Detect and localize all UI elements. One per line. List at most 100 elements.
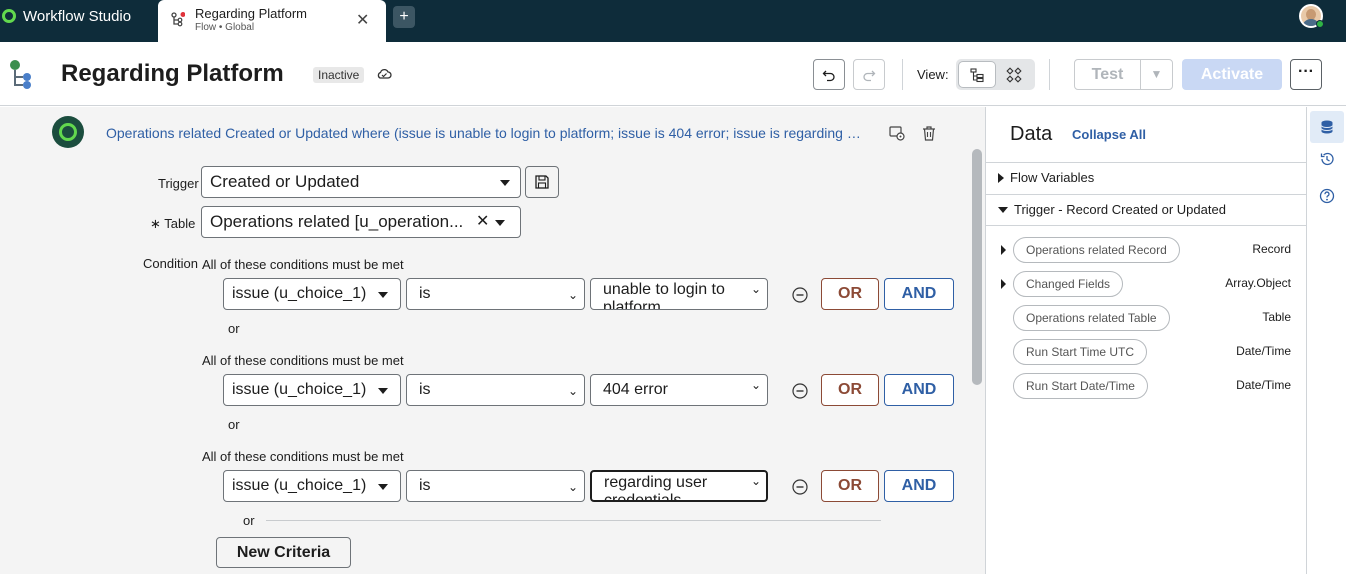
database-icon: [1321, 120, 1333, 134]
flow-header: Regarding Platform Inactive View: Test ▼…: [0, 42, 1346, 106]
data-panel: Data Collapse All Flow Variables Trigger…: [985, 107, 1307, 574]
redo-button[interactable]: [853, 59, 885, 90]
condition-field-select[interactable]: issue (u_choice_1): [223, 470, 401, 502]
data-pill[interactable]: Operations related Table: [1013, 305, 1170, 331]
app-top-bar: Workflow Studio Regarding Platform Flow …: [0, 0, 1346, 42]
and-button[interactable]: AND: [884, 374, 954, 406]
chevron-down-icon: ⌄: [751, 282, 762, 296]
test-options-button[interactable]: ▼: [1140, 59, 1173, 90]
test-button[interactable]: Test: [1074, 59, 1141, 90]
right-icon-rail: [1306, 107, 1346, 574]
diagram-view-icon: [1006, 66, 1022, 83]
new-criteria-button[interactable]: New Criteria: [216, 537, 351, 568]
condition-value-select[interactable]: regarding user credentials ⌄: [590, 470, 768, 502]
delete-trigger-icon[interactable]: [920, 124, 938, 142]
flow-variables-section[interactable]: Flow Variables: [998, 170, 1094, 185]
trigger-select[interactable]: Created or Updated: [201, 166, 521, 198]
condition-value-select[interactable]: 404 error ⌄: [590, 374, 768, 406]
more-actions-button[interactable]: ···: [1290, 59, 1322, 90]
remove-condition-icon[interactable]: [792, 479, 808, 495]
data-pill[interactable]: Run Start Date/Time: [1013, 373, 1148, 399]
clear-table-icon[interactable]: ✕: [476, 207, 489, 237]
chevron-down-icon: [495, 220, 505, 226]
remove-condition-icon[interactable]: [792, 383, 808, 399]
chevron-down-icon: [500, 180, 510, 186]
or-button[interactable]: OR: [821, 374, 879, 406]
save-trigger-button[interactable]: [525, 166, 559, 198]
expand-icon[interactable]: [1001, 279, 1006, 289]
tab-title: Regarding Platform: [195, 6, 307, 21]
criteria-divider: [266, 520, 881, 521]
help-button[interactable]: [1310, 180, 1344, 212]
status-badge: Inactive: [313, 67, 365, 83]
data-pill-type: Date/Time: [1236, 344, 1291, 358]
view-toggle: [956, 59, 1035, 90]
chevron-down-icon: ⌄: [568, 480, 579, 494]
condition-label: Condition: [143, 256, 198, 271]
new-tab-button[interactable]: +: [393, 6, 415, 28]
tree-view-button[interactable]: [959, 62, 995, 87]
table-label: ∗ Table: [150, 216, 196, 231]
redo-icon: [863, 70, 876, 81]
or-button[interactable]: OR: [821, 470, 879, 502]
trigger-summary[interactable]: Operations related Created or Updated wh…: [106, 125, 866, 141]
data-pill[interactable]: Changed Fields: [1013, 271, 1124, 297]
data-panel-button[interactable]: [1310, 111, 1344, 143]
tree-view-icon: [970, 67, 984, 82]
activate-button[interactable]: Activate: [1182, 59, 1282, 90]
data-pill[interactable]: Operations related Record: [1013, 237, 1180, 263]
trigger-data-section[interactable]: Trigger - Record Created or Updated: [998, 202, 1226, 217]
flow-logo-icon: [10, 60, 31, 89]
condition-operator-value: is: [419, 477, 431, 494]
data-pill-type: Array.Object: [1225, 276, 1291, 290]
help-icon: [1319, 188, 1335, 204]
condition-value: unable to login to platform: [603, 281, 725, 310]
condition-field-select[interactable]: issue (u_choice_1): [223, 278, 401, 310]
condition-group-heading: All of these conditions must be met: [202, 353, 404, 368]
condition-group-heading: All of these conditions must be met: [202, 257, 404, 272]
data-pill-type: Table: [1262, 310, 1291, 324]
tab-regarding-platform[interactable]: Regarding Platform Flow • Global ✕: [158, 0, 386, 42]
condition-operator-select[interactable]: is ⌄: [406, 278, 585, 310]
flow-variables-label: Flow Variables: [1010, 170, 1095, 185]
collapse-icon: [998, 207, 1008, 213]
data-pill-row: Operations related Table Table: [986, 305, 1307, 331]
table-select[interactable]: Operations related [u_operation... ✕: [201, 206, 521, 238]
chevron-down-icon: [378, 388, 388, 394]
diagram-view-button[interactable]: [996, 62, 1032, 87]
remove-condition-icon[interactable]: [792, 287, 808, 303]
or-separator: or: [228, 321, 240, 336]
collapse-all-link[interactable]: Collapse All: [1072, 127, 1146, 142]
or-button[interactable]: OR: [821, 278, 879, 310]
data-pill[interactable]: Run Start Time UTC: [1013, 339, 1148, 365]
expand-icon[interactable]: [1001, 245, 1006, 255]
trigger-settings-icon[interactable]: [888, 124, 906, 142]
condition-field-select[interactable]: issue (u_choice_1): [223, 374, 401, 406]
data-pill-row: Run Start Date/Time Date/Time: [986, 373, 1307, 399]
tab-subtitle: Flow • Global: [195, 22, 255, 33]
header-divider: [1049, 59, 1050, 90]
panel-divider: [986, 225, 1307, 226]
tab-close-icon[interactable]: ✕: [356, 10, 369, 30]
condition-operator-select[interactable]: is ⌄: [406, 470, 585, 502]
canvas-scrollbar-thumb[interactable]: [972, 149, 982, 385]
data-pill-type: Date/Time: [1236, 378, 1291, 392]
cloud-sync-icon[interactable]: [376, 66, 392, 82]
undo-button[interactable]: [813, 59, 845, 90]
condition-operator-select[interactable]: is ⌄: [406, 374, 585, 406]
data-pill-row: Operations related Record Record: [986, 237, 1307, 263]
and-button[interactable]: AND: [884, 278, 954, 310]
history-icon: [1320, 152, 1334, 166]
page-title: Regarding Platform: [61, 60, 284, 87]
workflow-studio-logo-icon: [2, 9, 16, 23]
condition-value: regarding user credentials: [604, 474, 708, 502]
condition-value-select[interactable]: unable to login to platform ⌄: [590, 278, 768, 310]
and-button[interactable]: AND: [884, 470, 954, 502]
presence-status-icon: [1316, 20, 1324, 28]
view-label: View:: [917, 67, 949, 82]
chevron-down-icon: [378, 484, 388, 490]
data-pill-row: Changed Fields Array.Object: [986, 271, 1307, 297]
chevron-down-icon: ⌄: [568, 288, 579, 302]
chevron-down-icon: ⌄: [751, 378, 762, 392]
history-button[interactable]: [1310, 143, 1344, 175]
